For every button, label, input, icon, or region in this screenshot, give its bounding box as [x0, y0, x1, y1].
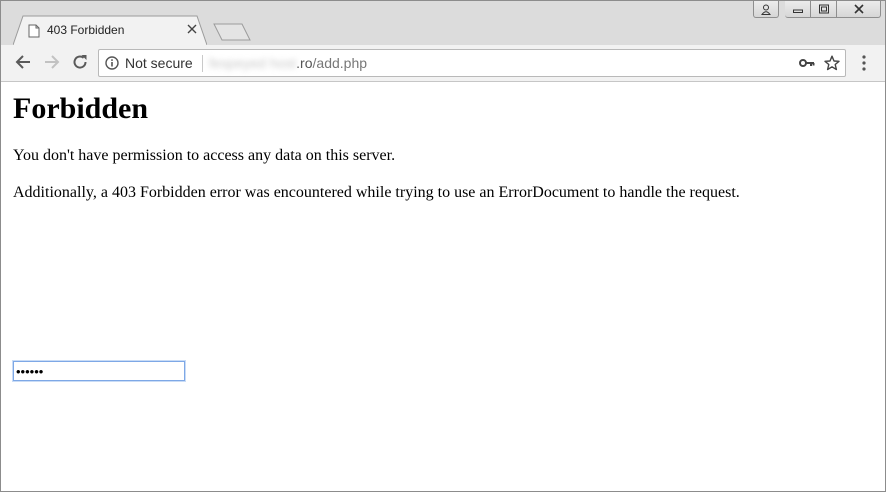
window-close-icon[interactable] [837, 1, 881, 18]
address-bar[interactable]: Not secure fespeyed host.ro/add.php [98, 49, 846, 77]
info-icon[interactable] [105, 56, 119, 70]
window-controls [753, 1, 881, 20]
title-bar: 403 Forbidden [1, 1, 885, 45]
url-host-blurred: fespeyed host [209, 55, 297, 71]
page-heading: Forbidden [13, 92, 149, 125]
key-icon[interactable] [799, 57, 815, 69]
page-content: Forbidden You don't have permission to a… [1, 82, 885, 491]
errordocument-message: Additionally, a 403 Forbidden error was … [13, 184, 740, 201]
star-icon[interactable] [824, 55, 840, 71]
url-tld: .ro [296, 55, 313, 71]
new-tab-icon[interactable] [213, 23, 251, 41]
permission-message: You don't have permission to access any … [13, 147, 396, 164]
omnibox-divider [202, 55, 203, 72]
back-arrow-icon[interactable] [14, 53, 32, 71]
menu-icon[interactable] [861, 55, 867, 71]
password-field[interactable] [13, 361, 185, 381]
tab-403-forbidden[interactable]: 403 Forbidden [13, 15, 207, 45]
browser-window: 403 Forbidden Not secure fespeyed host.r… [0, 0, 886, 492]
toolbar: Not secure fespeyed host.ro/add.php [1, 45, 885, 82]
minimize-icon[interactable] [785, 1, 811, 18]
security-label[interactable]: Not secure [125, 55, 193, 71]
page-icon [28, 24, 40, 38]
forward-arrow-icon[interactable] [43, 53, 61, 71]
tab-close-icon[interactable] [187, 24, 197, 34]
reload-icon[interactable] [71, 53, 89, 71]
user-icon[interactable] [753, 1, 779, 18]
url-text[interactable]: fespeyed host.ro/add.php [209, 55, 367, 71]
tab-title: 403 Forbidden [47, 23, 125, 37]
url-path: /add.php [312, 55, 368, 71]
maximize-icon[interactable] [811, 1, 837, 18]
